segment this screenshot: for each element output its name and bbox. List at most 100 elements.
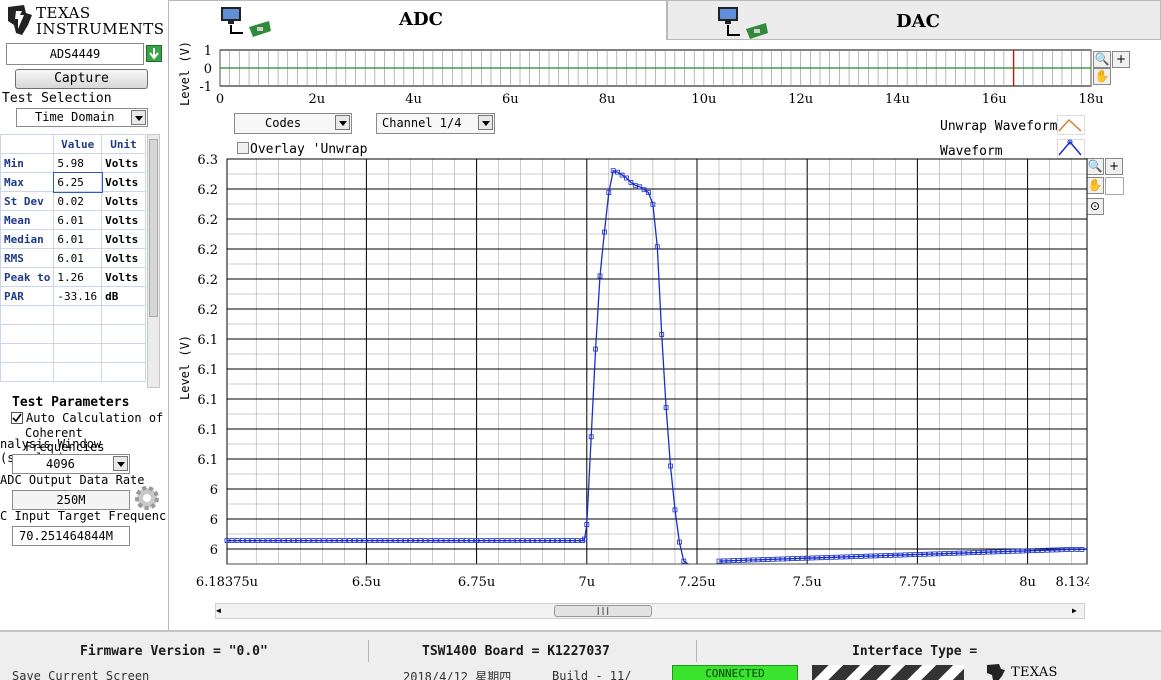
stats-cell-value[interactable]	[53, 305, 103, 325]
zoom-icon[interactable]: 🔍	[1093, 51, 1111, 68]
board-to-pc-icon	[718, 7, 768, 39]
stats-table: Value Unit Min 5.98 Volts Max 6.25 Volts St De…	[0, 134, 146, 382]
y-tick-label: 6.1	[197, 333, 218, 348]
stats-cell-unit: Volts	[101, 267, 146, 287]
stats-cell-label: St Dev	[0, 191, 55, 211]
chevron-down-icon	[478, 115, 493, 130]
y-axis-label: Level (V)	[178, 41, 192, 106]
stats-cell-value[interactable]: -33.16	[53, 286, 103, 306]
chevron-down-icon	[131, 110, 146, 125]
device-go-icon[interactable]	[146, 45, 162, 62]
waveform-chart[interactable]: 6.3 6.2 6.2 6.2 6.2 6.2 6.1 6.1 6.1 6.1 6.1 6 6 6 6.18…	[169, 150, 1089, 590]
channel-dropdown[interactable]: Channel 1/4	[376, 113, 495, 134]
codes-dropdown[interactable]: Codes	[234, 113, 352, 134]
pan-hand-icon[interactable]: ✋	[1093, 68, 1111, 85]
stats-row: Min 5.98 Volts	[0, 153, 146, 173]
stats-cell-unit: Volts	[101, 172, 146, 192]
device-name: ADS4449	[49, 47, 101, 61]
stats-cell-unit	[101, 343, 146, 363]
capture-button[interactable]: Capture	[15, 69, 148, 89]
y-tick-label: 6.2	[197, 243, 218, 258]
auto-calc-label-1: Auto Calculation of	[26, 411, 164, 425]
output-rate-value: 250M	[56, 493, 86, 507]
stats-cell-unit	[101, 362, 146, 382]
y-tick-label: 6.2	[197, 273, 218, 288]
input-target-value: 70.251464844M	[19, 529, 113, 543]
stats-cell-label: Median	[0, 229, 55, 249]
stats-cell-value[interactable]: 6.25	[52, 171, 103, 193]
stats-cell-value[interactable]: 1.26	[53, 267, 103, 287]
stats-row: RMS 6.01 Volts	[0, 248, 146, 268]
stats-header-value: Value	[53, 134, 103, 154]
busy-indicator	[812, 665, 964, 680]
x-tick-label: 6.5u	[352, 575, 381, 590]
x-tick-label: 6u	[502, 92, 519, 107]
crosshair-icon[interactable]: +	[1105, 158, 1123, 175]
stats-cell-value[interactable]	[53, 343, 103, 363]
x-tick-label: 12u	[788, 92, 813, 107]
output-rate-label: ADC Output Data Rate	[0, 473, 145, 487]
header: TEXAS INSTRUMENTS ADC DAC	[0, 0, 1161, 40]
stats-cell-value[interactable]: 0.02	[53, 191, 103, 211]
stats-cell-value[interactable]: 6.01	[53, 210, 103, 230]
stats-cell-value[interactable]: 5.98	[53, 153, 103, 173]
save-screen-link[interactable]: Save Current Screen	[12, 669, 149, 680]
device-select[interactable]: ADS4449	[6, 43, 144, 65]
y-tick-label: 6.1	[197, 423, 218, 438]
stats-row	[0, 362, 146, 382]
x-tick-label: 7.75u	[899, 575, 936, 590]
checkmark-icon	[12, 413, 22, 423]
chevron-down-icon	[113, 456, 128, 471]
stats-cell-unit: Volts	[101, 229, 146, 249]
connected-indicator: CONNECTED	[672, 665, 798, 680]
test-params-title: Test Parameters	[12, 395, 130, 410]
stats-cell-value[interactable]	[53, 362, 103, 382]
main-panel: 0 2u 4u 6u 8u 10u 12u 14u 16u 18u 1 0 -1 Level (V) 🔍 …	[168, 40, 1161, 630]
unwrap-waveform-icon[interactable]	[1057, 115, 1085, 135]
stats-cell-value[interactable]: 6.01	[53, 248, 103, 268]
stats-cell-unit: dB	[101, 286, 146, 306]
scrollbar-thumb[interactable]: |||	[554, 605, 652, 617]
crosshair-icon[interactable]: +	[1112, 51, 1130, 68]
test-selection-dropdown[interactable]: Time Domain	[16, 108, 148, 127]
chevron-down-icon	[335, 115, 350, 130]
y-tick-label: 6	[210, 513, 218, 528]
y-tick-label: 0	[204, 62, 212, 77]
stats-cell-unit: Volts	[101, 153, 146, 173]
x-tick-label: 4u	[405, 92, 422, 107]
stats-cell-unit: Volts	[101, 210, 146, 230]
input-target-field[interactable]: 70.251464844M	[12, 526, 130, 546]
stats-row: Mean 6.01 Volts	[0, 210, 146, 230]
left-panel: ADS4449 Capture Test Selection Time Doma…	[0, 40, 168, 630]
stats-row	[0, 305, 146, 325]
stats-cell-label: Min	[0, 153, 55, 173]
ti-footer-logo-icon	[987, 664, 1005, 680]
tab-adc[interactable]: ADC	[168, 0, 667, 40]
y-tick-label: 6	[210, 483, 218, 498]
y-tick-label: -1	[199, 80, 212, 95]
unwrap-label: Unwrap Waveform	[940, 119, 1058, 134]
test-selection-label: Test Selection	[2, 91, 112, 106]
stats-cell-unit: Volts	[101, 248, 146, 268]
stats-scrollbar[interactable]	[147, 134, 160, 388]
plot-area	[226, 158, 1088, 565]
overview-chart[interactable]: 0 2u 4u 6u 8u 10u 12u 14u 16u 18u 1 0 -1 Level (V)	[169, 40, 1161, 115]
auto-calc-checkbox[interactable]	[11, 412, 23, 424]
y-axis-label: Level (V)	[178, 335, 192, 400]
y-tick-label: 6.1	[197, 363, 218, 378]
stats-cell-value[interactable]	[53, 324, 103, 344]
x-tick-label: 0	[216, 92, 224, 107]
stats-header-blank	[0, 134, 55, 154]
tab-dac[interactable]: DAC	[667, 0, 1161, 40]
stats-row: Peak to 1.26 Volts	[0, 267, 146, 287]
x-tick-label: 16u	[982, 92, 1007, 107]
analysis-window-dropdown[interactable]: 4096	[12, 454, 130, 474]
tool-blank[interactable]	[1105, 177, 1124, 195]
channel-value: Channel 1/4	[382, 116, 462, 130]
x-tick-label: 6.75u	[458, 575, 495, 590]
x-tick-label: 18u	[1079, 92, 1104, 107]
stats-cell-label	[0, 324, 55, 344]
output-rate-field[interactable]: 250M	[12, 490, 130, 510]
stats-cell-value[interactable]: 6.01	[53, 229, 103, 249]
chart-scrollbar[interactable]: ◀ ||| ▶	[215, 603, 1085, 619]
